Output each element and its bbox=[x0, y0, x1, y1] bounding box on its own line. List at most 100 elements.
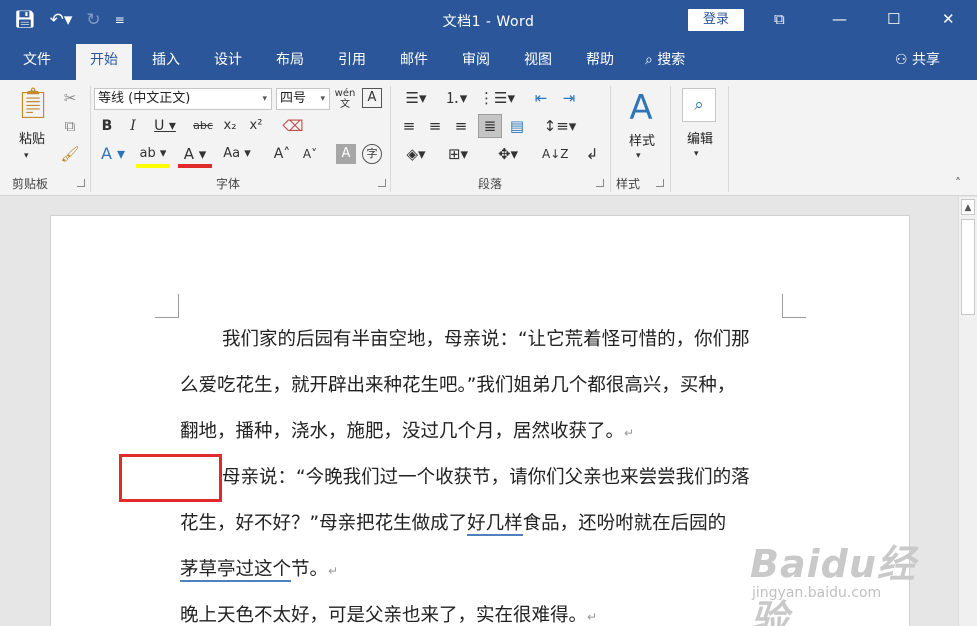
styles-label[interactable]: 样式 bbox=[622, 130, 662, 149]
chevron-down-icon: ▾ bbox=[320, 94, 325, 104]
font-launcher-icon[interactable] bbox=[378, 179, 386, 187]
text-line-content: 食品，还吩咐就在后园的 bbox=[522, 513, 727, 534]
minimize-icon[interactable]: — bbox=[832, 8, 847, 30]
tab-help[interactable]: 帮助 bbox=[572, 40, 628, 80]
scroll-thumb[interactable] bbox=[961, 219, 975, 315]
editing-dropdown-icon[interactable]: ▾ bbox=[694, 144, 699, 164]
ribbon-home: 📋︎ 粘贴 ▾ ✂ ⧉ 🖌︎ 剪贴板 等线 (中文正文) ▾ 四号 ▾ wén 文… bbox=[0, 80, 977, 196]
subscript-icon[interactable]: x₂ bbox=[220, 116, 240, 136]
paste-icon[interactable]: 📋︎ bbox=[14, 86, 52, 122]
font-name-combo[interactable]: 等线 (中文正文) ▾ bbox=[94, 88, 272, 110]
maximize-icon[interactable]: ☐ bbox=[887, 8, 900, 30]
tab-mailings[interactable]: 邮件 bbox=[386, 40, 442, 80]
editing-label[interactable]: 编辑 bbox=[680, 128, 720, 147]
underlined-text: 茅草亭过这个 bbox=[180, 559, 292, 582]
character-border-icon[interactable]: A bbox=[362, 88, 382, 108]
login-button[interactable]: 登录 bbox=[688, 9, 744, 31]
show-marks-icon[interactable]: ↲ bbox=[582, 144, 602, 164]
change-case-icon[interactable]: Aa ▾ bbox=[220, 144, 254, 164]
grow-font-icon[interactable]: A˄ bbox=[272, 144, 292, 164]
styles-icon[interactable]: A bbox=[622, 86, 660, 130]
paste-dropdown-icon[interactable]: ▾ bbox=[24, 146, 29, 166]
styles-launcher-icon[interactable] bbox=[656, 179, 664, 187]
highlight-box bbox=[119, 454, 222, 502]
align-center-icon[interactable]: ≡ bbox=[424, 116, 446, 136]
styles-dropdown-icon[interactable]: ▾ bbox=[636, 146, 641, 166]
text-line-content: 翻地，播种，浇水，施肥，没过几个月，居然收获了。 bbox=[180, 421, 625, 442]
share-button[interactable]: ⚇ 共享 bbox=[895, 40, 940, 80]
underlined-text: 好几样 bbox=[467, 513, 523, 536]
ribbon-tab-bar: 文件 开始 插入 设计 布局 引用 邮件 审阅 视图 帮助 ⌕ 搜索 ⚇ 共享 bbox=[0, 40, 977, 80]
cut-icon[interactable]: ✂ bbox=[60, 88, 80, 108]
tab-file[interactable]: 文件 bbox=[10, 40, 64, 80]
paragraph-launcher-icon[interactable] bbox=[596, 179, 604, 187]
shrink-font-icon[interactable]: A˅ bbox=[300, 144, 320, 164]
text-line[interactable]: 翻地，播种，浇水，施肥，没过几个月，居然收获了。↵ bbox=[180, 419, 634, 446]
highlight-color-icon[interactable]: ab ▾ bbox=[136, 144, 170, 168]
bold-icon[interactable]: B bbox=[98, 116, 116, 136]
font-color-icon[interactable]: A ▾ bbox=[178, 144, 212, 168]
tab-references[interactable]: 引用 bbox=[324, 40, 380, 80]
tab-view[interactable]: 视图 bbox=[510, 40, 566, 80]
tell-me-search[interactable]: ⌕ 搜索 bbox=[645, 40, 685, 80]
character-shading-icon[interactable]: A bbox=[336, 144, 356, 164]
text-line[interactable]: 母亲说：“今晚我们过一个收获节，请你们父亲也来尝尝我们的落 bbox=[180, 465, 750, 491]
group-separator bbox=[728, 86, 729, 192]
find-icon[interactable]: ⌕ bbox=[682, 88, 716, 122]
group-separator bbox=[90, 86, 91, 192]
format-painter-icon[interactable]: 🖌︎ bbox=[60, 144, 80, 164]
text-line[interactable]: 茅草亭过这个节。↵ bbox=[180, 557, 338, 584]
increase-indent-icon[interactable]: ⇥ bbox=[558, 88, 580, 108]
italic-icon[interactable]: I bbox=[124, 116, 142, 136]
decrease-indent-icon[interactable]: ⇤ bbox=[530, 88, 552, 108]
borders-icon[interactable]: ⊞▾ bbox=[440, 144, 476, 164]
sort-icon[interactable]: A↓Z bbox=[542, 144, 568, 164]
tab-review[interactable]: 审阅 bbox=[448, 40, 504, 80]
scroll-up-icon[interactable]: ▲ bbox=[961, 199, 975, 215]
ribbon-display-icon[interactable]: ⧉ bbox=[774, 8, 785, 30]
tab-home[interactable]: 开始 bbox=[76, 44, 132, 80]
text-effects-icon[interactable]: A ▾ bbox=[98, 144, 128, 164]
text-line[interactable]: 么爱吃花生，就开辟出来种花生吧。”我们姐弟几个都很高兴，买种， bbox=[180, 373, 735, 399]
watermark-brand: Baidu经验 bbox=[750, 542, 916, 626]
distributed-icon[interactable]: ▤ bbox=[506, 116, 528, 136]
enclose-characters-icon[interactable]: 字 bbox=[362, 144, 382, 164]
styles-group-label: 样式 bbox=[616, 177, 641, 191]
align-left-icon[interactable]: ≡ bbox=[398, 116, 420, 136]
vertical-scrollbar[interactable]: ▲ bbox=[958, 197, 977, 626]
group-separator bbox=[670, 86, 671, 192]
justify-icon[interactable]: ≣ bbox=[478, 114, 502, 138]
align-right-icon[interactable]: ≡ bbox=[450, 116, 472, 136]
paste-label[interactable]: 粘贴 bbox=[14, 128, 50, 147]
tab-layout[interactable]: 布局 bbox=[262, 40, 318, 80]
group-separator bbox=[610, 86, 611, 192]
chevron-down-icon: ▾ bbox=[262, 94, 267, 104]
tab-insert[interactable]: 插入 bbox=[138, 40, 194, 80]
text-line[interactable]: 我们家的后园有半亩空地，母亲说：“让它荒着怪可惜的，你们那 bbox=[180, 327, 750, 353]
text-line-content: 我们家的后园有半亩空地，母亲说：“让它荒着怪可惜的，你们那 bbox=[222, 329, 750, 350]
pinyin-guide-icon[interactable]: wén 文 bbox=[334, 88, 356, 110]
clear-formatting-icon[interactable]: ⌫ bbox=[282, 116, 304, 136]
font-name-value: 等线 (中文正文) bbox=[98, 91, 191, 106]
clipboard-launcher-icon[interactable] bbox=[77, 179, 85, 187]
tab-design[interactable]: 设计 bbox=[200, 40, 256, 80]
font-size-value: 四号 bbox=[280, 91, 307, 106]
underline-icon[interactable]: U ▾ bbox=[150, 116, 180, 136]
bullets-icon[interactable]: ☰▾ bbox=[398, 88, 434, 108]
multilevel-list-icon[interactable]: ⋮☰▾ bbox=[478, 88, 516, 108]
chinese-layout-icon[interactable]: ✥▾ bbox=[490, 144, 526, 164]
group-separator bbox=[390, 86, 391, 192]
pinyin-guide-text: wén bbox=[334, 88, 356, 99]
copy-icon[interactable]: ⧉ bbox=[60, 116, 80, 136]
text-line[interactable]: 花生，好不好？”母亲把花生做成了好几样食品，还吩咐就在后园的 bbox=[180, 511, 726, 537]
strikethrough-icon[interactable]: abc bbox=[190, 116, 216, 136]
title-bar: 💾︎ ↶▾ ↻ ≡ 文档1 - Word 登录 ⧉ — ☐ ✕ bbox=[0, 0, 977, 40]
font-size-combo[interactable]: 四号 ▾ bbox=[276, 88, 330, 110]
shading-icon[interactable]: ◈▾ bbox=[398, 144, 434, 164]
text-line[interactable]: 晚上天色不太好，可是父亲也来了，实在很难得。↵ bbox=[180, 603, 597, 626]
collapse-ribbon-icon[interactable]: ˄ bbox=[955, 176, 961, 190]
line-spacing-icon[interactable]: ↕≡▾ bbox=[542, 116, 578, 136]
numbering-icon[interactable]: ⒈▾ bbox=[438, 88, 474, 108]
close-icon[interactable]: ✕ bbox=[942, 8, 955, 30]
superscript-icon[interactable]: x² bbox=[246, 116, 266, 136]
